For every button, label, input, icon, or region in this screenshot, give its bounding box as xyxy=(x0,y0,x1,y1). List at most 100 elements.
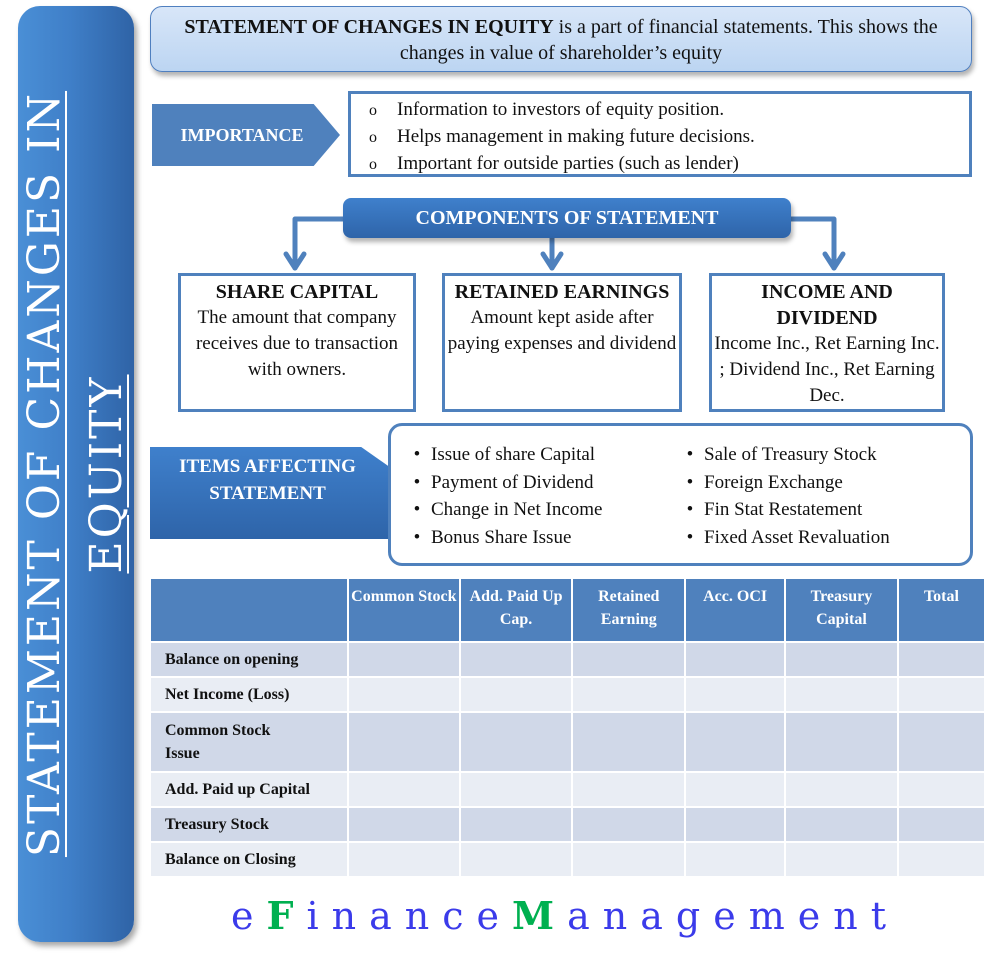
table-cell xyxy=(898,773,984,806)
brand-part: inance xyxy=(306,894,513,938)
importance-item-text: Helps management in making future decisi… xyxy=(397,126,755,147)
importance-item-text: Important for outside parties (such as l… xyxy=(397,153,739,174)
table-cell xyxy=(686,773,784,806)
table-cell xyxy=(686,643,784,676)
table-cell xyxy=(898,678,984,711)
items-list-item-text: Bonus Share Issue xyxy=(431,526,572,548)
row-label: Balance on opening xyxy=(151,643,347,676)
items-list-item: • Foreign Exchange xyxy=(676,469,890,497)
importance-item-text: Information to investors of equity posit… xyxy=(397,99,725,120)
items-list-item-text: Sale of Treasury Stock xyxy=(704,444,877,465)
importance-label: IMPORTANCE xyxy=(180,125,304,145)
side-title-line-1: STATEMENT OF CHANGES IN xyxy=(19,90,70,858)
table-cell xyxy=(348,773,459,806)
items-list-item-text: Issue of share Capital xyxy=(431,444,596,465)
table-cell xyxy=(460,643,572,676)
table-cell xyxy=(785,713,897,771)
items-list-item-text: Fixed Asset Revaluation xyxy=(704,526,890,548)
table-cell xyxy=(898,713,984,771)
items-affecting-label: ITEMS AFFECTING STATEMENT xyxy=(179,456,356,504)
table-cell xyxy=(573,808,685,841)
table-cell xyxy=(898,643,984,676)
row-label: Common Stock Issue xyxy=(151,713,347,771)
items-list-column-1: • Issue of share Capital • Payment of Divi… xyxy=(403,441,603,551)
bullet-icon: • xyxy=(686,444,694,465)
importance-label-arrow: IMPORTANCE xyxy=(152,104,340,166)
header-cell: Total xyxy=(898,579,984,641)
table-cell xyxy=(686,678,784,711)
component-box-income-dividend: INCOME AND DIVIDEND Income Inc., Ret Ear… xyxy=(709,273,945,412)
brand-part: anagement xyxy=(567,894,899,938)
components-heading: COMPONENTS OF STATEMENT xyxy=(343,198,791,238)
header-cell: Common Stock xyxy=(348,579,459,641)
items-affecting-box: • Issue of share Capital • Payment of Divi… xyxy=(388,423,973,566)
circle-bullet-icon: o xyxy=(369,156,377,173)
table-cell xyxy=(785,678,897,711)
component-text: The amount that company receives due to … xyxy=(195,307,399,380)
table-cell xyxy=(348,808,459,841)
row-label: Balance on Closing xyxy=(151,843,347,876)
component-box-share-capital: SHARE CAPITAL The amount that company re… xyxy=(178,273,416,412)
header-cell-blank xyxy=(151,579,347,641)
brand-logo-text: eFinanceManagement xyxy=(0,893,986,938)
table-cell xyxy=(460,713,572,771)
items-affecting-label-arrow: ITEMS AFFECTING STATEMENT xyxy=(150,447,390,539)
table-header-row: Common Stock Add. Paid Up Cap. Retained … xyxy=(151,579,984,641)
definition-term: STATEMENT OF CHANGES IN EQUITY xyxy=(184,16,554,38)
items-list-item: • Fin Stat Restatement xyxy=(676,496,890,524)
brand-part: e xyxy=(231,894,267,938)
table-cell xyxy=(573,773,685,806)
table-cell xyxy=(573,713,685,771)
component-box-retained-earnings: RETAINED EARNINGS Amount kept aside afte… xyxy=(442,273,682,412)
side-title: STATEMENT OF CHANGES IN EQUITY xyxy=(14,24,138,924)
bullet-icon: • xyxy=(686,499,694,520)
table-cell xyxy=(573,643,685,676)
bullet-icon: • xyxy=(413,499,421,520)
header-cell: Retained Earning xyxy=(573,579,685,641)
connector-right xyxy=(788,216,837,271)
equity-statement-table: Common Stock Add. Paid Up Cap. Retained … xyxy=(149,577,986,878)
brand-initial-m: M xyxy=(512,893,568,938)
circle-bullet-icon: o xyxy=(369,129,377,146)
table-cell xyxy=(348,713,459,771)
items-list-item-text: Foreign Exchange xyxy=(704,471,843,493)
items-list-item: • Issue of share Capital xyxy=(403,441,602,469)
items-list-item: • Change in Net Income xyxy=(403,496,603,524)
table-row: Balance on Closing xyxy=(151,843,984,876)
table-cell xyxy=(348,843,459,876)
circle-bullet-icon: o xyxy=(369,102,377,119)
bullet-icon: • xyxy=(413,471,421,493)
arrowhead-right-icon xyxy=(822,251,846,271)
table-cell xyxy=(785,643,897,676)
table-row: Treasury Stock xyxy=(151,808,984,841)
table-cell xyxy=(686,808,784,841)
items-list-item-text: Change in Net Income xyxy=(431,499,603,520)
connector-left xyxy=(292,216,346,271)
importance-list-box: o Information to investors of equity posi… xyxy=(348,91,972,177)
importance-list: o Information to investors of equity posi… xyxy=(351,97,969,178)
items-list-item: • Sale of Treasury Stock xyxy=(676,441,890,469)
table-cell xyxy=(686,713,784,771)
table-row: Common Stock Issue xyxy=(151,713,984,771)
table-cell xyxy=(785,843,897,876)
bullet-icon: • xyxy=(686,471,694,493)
component-title: INCOME AND DIVIDEND xyxy=(761,281,893,329)
row-label: Add. Paid up Capital xyxy=(151,773,347,806)
importance-item: o Helps management in making future decis… xyxy=(351,124,969,151)
table-cell xyxy=(898,843,984,876)
header-cell: Acc. OCI xyxy=(686,579,784,641)
definition-box: STATEMENT OF CHANGES IN EQUITY is a part… xyxy=(150,6,972,72)
header-cell: Treasury Capital xyxy=(785,579,897,641)
bullet-icon: • xyxy=(413,444,421,465)
table-cell xyxy=(460,808,572,841)
items-list-item: • Payment of Dividend xyxy=(403,469,602,497)
bullet-icon: • xyxy=(413,526,421,548)
header-cell: Add. Paid Up Cap. xyxy=(460,579,572,641)
arrowhead-middle-icon xyxy=(540,251,564,271)
importance-item: o Important for outside parties (such as … xyxy=(351,151,969,178)
brand-initial-f: F xyxy=(266,893,307,938)
table-row: Net Income (Loss) xyxy=(151,678,984,711)
arrowhead-left-icon xyxy=(283,251,307,271)
items-list-item-text: Payment of Dividend xyxy=(431,471,594,493)
table-cell xyxy=(573,843,685,876)
